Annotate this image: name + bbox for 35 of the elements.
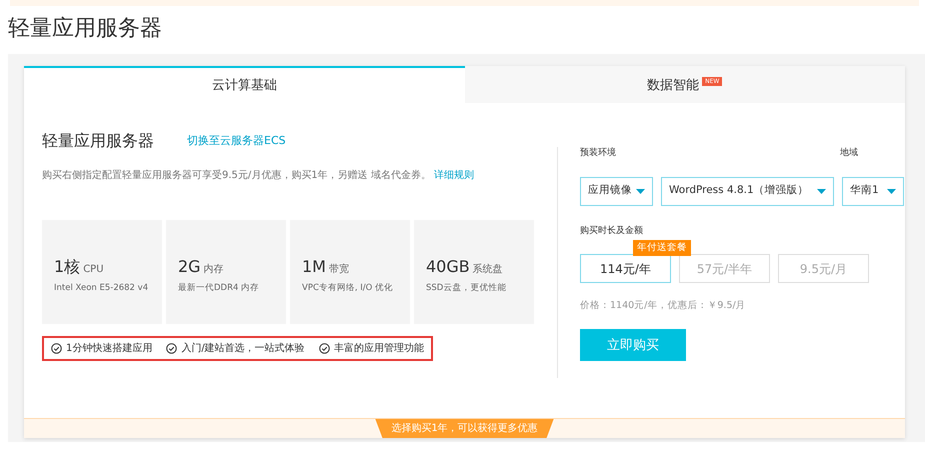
caret-icon bbox=[817, 188, 826, 194]
caret-icon bbox=[887, 188, 896, 194]
promo-banner: 选择购买1年，可以获得更多优惠 bbox=[375, 419, 554, 438]
spec-detail: 最新一代DDR4 内存 bbox=[178, 282, 260, 295]
spec-detail: SSD云盘，更优性能 bbox=[426, 282, 508, 295]
description: 购买右侧指定配置轻量应用服务器可享受9.5元/月优惠，购买1年，另赠送 域名代金券。 详细规则 bbox=[42, 168, 476, 183]
spec-unit: 带宽 bbox=[328, 264, 349, 275]
check-circle-icon bbox=[318, 343, 330, 354]
feature-text: 1分钟快速搭建应用 bbox=[66, 342, 152, 356]
spec-value: 2G bbox=[178, 257, 201, 276]
price-note: 价格：1140元/年，优惠后：￥9.5/月 bbox=[580, 299, 747, 313]
feature-text: 丰富的应用管理功能 bbox=[334, 342, 424, 356]
check-circle-icon bbox=[51, 343, 62, 354]
product-title: 轻量应用服务器 bbox=[42, 130, 154, 152]
duration-option[interactable]: 114元/年 bbox=[580, 254, 671, 283]
spec-unit: CPU bbox=[83, 264, 104, 275]
offer-tooltip: 年付送套餐 bbox=[633, 240, 691, 256]
spec-value: 1核 bbox=[54, 257, 80, 276]
spec-value: 1M bbox=[302, 257, 326, 276]
caret-icon bbox=[636, 188, 645, 194]
duration-label: 购买时长及金额 bbox=[580, 224, 644, 238]
tab[interactable]: 云计算基础 bbox=[24, 66, 464, 103]
spec-value: 40GB bbox=[426, 257, 470, 276]
spec-detail: VPC专有网络, I/O 优化 bbox=[302, 282, 394, 295]
spec-unit: 内存 bbox=[204, 264, 224, 275]
spec-detail: Intel Xeon E5-2682 v4 bbox=[54, 282, 150, 295]
image-select[interactable]: WordPress 4.8.1（增强版） bbox=[661, 176, 834, 206]
spec-unit: 系统盘 bbox=[472, 264, 503, 275]
feature-text: 入门/建站首选，一站式体验 bbox=[181, 342, 305, 356]
check-circle-icon bbox=[166, 343, 178, 354]
image-type-select[interactable]: 应用镜像 bbox=[580, 176, 653, 206]
environment-label: 预装环境 bbox=[580, 147, 617, 160]
page-title: 轻量应用服务器 bbox=[8, 15, 163, 43]
region-select[interactable]: 华南1 bbox=[842, 176, 904, 206]
region-label: 地域 bbox=[840, 147, 858, 160]
